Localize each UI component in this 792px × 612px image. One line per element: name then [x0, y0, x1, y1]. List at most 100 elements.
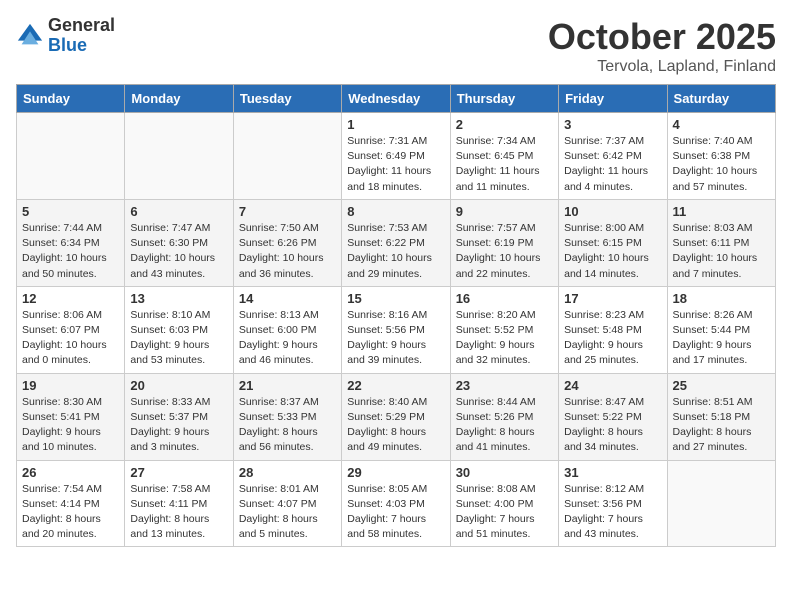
day-number: 27 — [130, 465, 227, 480]
day-number: 28 — [239, 465, 336, 480]
calendar-cell: 27 Sunrise: 7:58 AMSunset: 4:11 PMDayligh… — [125, 460, 233, 547]
day-info: Sunrise: 8:13 AMSunset: 6:00 PMDaylight:… — [239, 308, 336, 369]
day-number: 22 — [347, 378, 444, 393]
day-info: Sunrise: 7:31 AMSunset: 6:49 PMDaylight:… — [347, 134, 444, 195]
week-row-5: 26 Sunrise: 7:54 AMSunset: 4:14 PMDayligh… — [17, 460, 776, 547]
day-info: Sunrise: 7:58 AMSunset: 4:11 PMDaylight:… — [130, 482, 227, 543]
calendar-cell: 5Sunrise: 7:44 AMSunset: 6:34 PMDaylight… — [17, 199, 125, 286]
calendar-cell: 15 Sunrise: 8:16 AMSunset: 5:56 PMDayligh… — [342, 286, 450, 373]
day-number: 29 — [347, 465, 444, 480]
day-info: Sunrise: 8:16 AMSunset: 5:56 PMDaylight:… — [347, 308, 444, 369]
day-info: Sunrise: 8:40 AMSunset: 5:29 PMDaylight:… — [347, 395, 444, 456]
calendar-cell: 24 Sunrise: 8:47 AMSunset: 5:22 PMDayligh… — [559, 373, 667, 460]
day-info: Sunrise: 8:26 AMSunset: 5:44 PMDaylight:… — [673, 308, 770, 369]
day-number: 23 — [456, 378, 553, 393]
calendar-cell: 28 Sunrise: 8:01 AMSunset: 4:07 PMDayligh… — [233, 460, 341, 547]
calendar-cell: 14 Sunrise: 8:13 AMSunset: 6:00 PMDayligh… — [233, 286, 341, 373]
calendar-cell — [125, 113, 233, 200]
day-number: 20 — [130, 378, 227, 393]
calendar-cell: 8 Sunrise: 7:53 AMSunset: 6:22 PMDaylight… — [342, 199, 450, 286]
day-info: Sunrise: 8:23 AMSunset: 5:48 PMDaylight:… — [564, 308, 661, 369]
day-info: Sunrise: 8:01 AMSunset: 4:07 PMDaylight:… — [239, 482, 336, 543]
day-info: Sunrise: 8:33 AMSunset: 5:37 PMDaylight:… — [130, 395, 227, 456]
day-info: Sunrise: 8:30 AMSunset: 5:41 PMDaylight:… — [22, 395, 119, 456]
calendar-cell — [17, 113, 125, 200]
weekday-header-friday: Friday — [559, 85, 667, 113]
calendar-cell: 17 Sunrise: 8:23 AMSunset: 5:48 PMDayligh… — [559, 286, 667, 373]
calendar-cell: 26 Sunrise: 7:54 AMSunset: 4:14 PMDayligh… — [17, 460, 125, 547]
calendar-table: SundayMondayTuesdayWednesdayThursdayFrid… — [16, 84, 776, 547]
day-info: Sunrise: 7:53 AMSunset: 6:22 PMDaylight:… — [347, 221, 444, 282]
day-number: 3 — [564, 117, 661, 132]
day-number: 30 — [456, 465, 553, 480]
calendar-cell: 16Sunrise: 8:20 AMSunset: 5:52 PMDayligh… — [450, 286, 558, 373]
calendar-cell: 29 Sunrise: 8:05 AMSunset: 4:03 PMDayligh… — [342, 460, 450, 547]
day-number: 14 — [239, 291, 336, 306]
calendar-cell: 19 Sunrise: 8:30 AMSunset: 5:41 PMDayligh… — [17, 373, 125, 460]
day-info: Sunrise: 7:37 AMSunset: 6:42 PMDaylight:… — [564, 134, 661, 195]
day-info: Sunrise: 7:40 AMSunset: 6:38 PMDaylight:… — [673, 134, 770, 195]
day-info: Sunrise: 8:06 AMSunset: 6:07 PMDaylight:… — [22, 308, 119, 369]
weekday-header-thursday: Thursday — [450, 85, 558, 113]
day-number: 6 — [130, 204, 227, 219]
calendar-cell: 1 Sunrise: 7:31 AMSunset: 6:49 PMDaylight… — [342, 113, 450, 200]
day-info: Sunrise: 8:10 AMSunset: 6:03 PMDaylight:… — [130, 308, 227, 369]
day-number: 19 — [22, 378, 119, 393]
day-number: 4 — [673, 117, 770, 132]
day-number: 10 — [564, 204, 661, 219]
day-number: 5 — [22, 204, 119, 219]
logo-icon — [16, 22, 44, 50]
calendar-cell: 21Sunrise: 8:37 AMSunset: 5:33 PMDayligh… — [233, 373, 341, 460]
calendar-cell: 11 Sunrise: 8:03 AMSunset: 6:11 PMDayligh… — [667, 199, 775, 286]
day-number: 26 — [22, 465, 119, 480]
day-number: 31 — [564, 465, 661, 480]
day-number: 7 — [239, 204, 336, 219]
day-number: 16 — [456, 291, 553, 306]
weekday-header-sunday: Sunday — [17, 85, 125, 113]
day-number: 13 — [130, 291, 227, 306]
week-row-3: 12Sunrise: 8:06 AMSunset: 6:07 PMDayligh… — [17, 286, 776, 373]
day-number: 11 — [673, 204, 770, 219]
calendar-cell: 30 Sunrise: 8:08 AMSunset: 4:00 PMDayligh… — [450, 460, 558, 547]
calendar-cell — [233, 113, 341, 200]
calendar-cell: 20 Sunrise: 8:33 AMSunset: 5:37 PMDayligh… — [125, 373, 233, 460]
calendar-cell — [667, 460, 775, 547]
week-row-4: 19 Sunrise: 8:30 AMSunset: 5:41 PMDayligh… — [17, 373, 776, 460]
weekday-header-saturday: Saturday — [667, 85, 775, 113]
day-info: Sunrise: 8:47 AMSunset: 5:22 PMDaylight:… — [564, 395, 661, 456]
day-number: 25 — [673, 378, 770, 393]
day-info: Sunrise: 8:37 AMSunset: 5:33 PMDaylight:… — [239, 395, 336, 456]
day-number: 8 — [347, 204, 444, 219]
week-row-1: 1 Sunrise: 7:31 AMSunset: 6:49 PMDaylight… — [17, 113, 776, 200]
calendar-cell: 6Sunrise: 7:47 AMSunset: 6:30 PMDaylight… — [125, 199, 233, 286]
day-number: 9 — [456, 204, 553, 219]
day-info: Sunrise: 8:05 AMSunset: 4:03 PMDaylight:… — [347, 482, 444, 543]
calendar-cell: 4 Sunrise: 7:40 AMSunset: 6:38 PMDaylight… — [667, 113, 775, 200]
day-number: 24 — [564, 378, 661, 393]
weekday-header-wednesday: Wednesday — [342, 85, 450, 113]
day-number: 1 — [347, 117, 444, 132]
week-row-2: 5Sunrise: 7:44 AMSunset: 6:34 PMDaylight… — [17, 199, 776, 286]
logo-general-text: General — [48, 16, 115, 36]
weekday-header-row: SundayMondayTuesdayWednesdayThursdayFrid… — [17, 85, 776, 113]
day-info: Sunrise: 8:51 AMSunset: 5:18 PMDaylight:… — [673, 395, 770, 456]
logo-text: General Blue — [48, 16, 115, 56]
header: General Blue October 2025 Tervola, Lapla… — [16, 16, 776, 76]
calendar-cell: 3 Sunrise: 7:37 AMSunset: 6:42 PMDaylight… — [559, 113, 667, 200]
day-info: Sunrise: 7:34 AMSunset: 6:45 PMDaylight:… — [456, 134, 553, 195]
day-info: Sunrise: 8:03 AMSunset: 6:11 PMDaylight:… — [673, 221, 770, 282]
day-info: Sunrise: 7:54 AMSunset: 4:14 PMDaylight:… — [22, 482, 119, 543]
day-number: 18 — [673, 291, 770, 306]
day-info: Sunrise: 8:00 AMSunset: 6:15 PMDaylight:… — [564, 221, 661, 282]
day-number: 15 — [347, 291, 444, 306]
day-info: Sunrise: 8:08 AMSunset: 4:00 PMDaylight:… — [456, 482, 553, 543]
calendar-cell: 31 Sunrise: 8:12 AMSunset: 3:56 PMDayligh… — [559, 460, 667, 547]
day-info: Sunrise: 7:57 AMSunset: 6:19 PMDaylight:… — [456, 221, 553, 282]
day-number: 17 — [564, 291, 661, 306]
day-info: Sunrise: 7:50 AMSunset: 6:26 PMDaylight:… — [239, 221, 336, 282]
day-info: Sunrise: 8:12 AMSunset: 3:56 PMDaylight:… — [564, 482, 661, 543]
day-info: Sunrise: 8:44 AMSunset: 5:26 PMDaylight:… — [456, 395, 553, 456]
month-title: October 2025 — [548, 16, 776, 58]
calendar-cell: 12Sunrise: 8:06 AMSunset: 6:07 PMDayligh… — [17, 286, 125, 373]
calendar-cell: 13 Sunrise: 8:10 AMSunset: 6:03 PMDayligh… — [125, 286, 233, 373]
